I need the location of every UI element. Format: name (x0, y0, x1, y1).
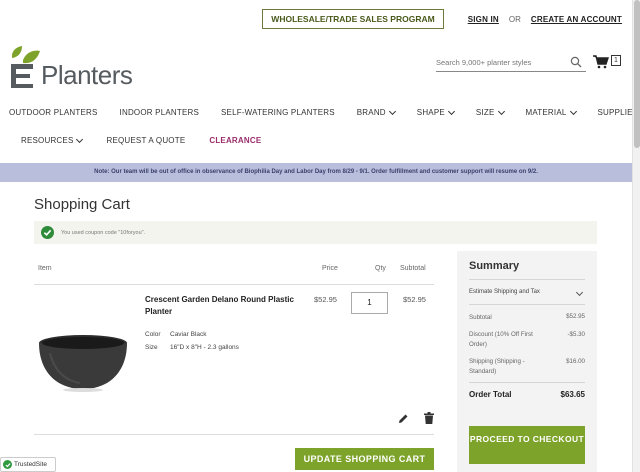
leaf-e-logo-icon (11, 46, 40, 88)
order-summary-panel: Summary Estimate Shipping and Tax Subtot… (457, 251, 597, 472)
create-account-link[interactable]: CREATE AN ACCOUNT (531, 15, 622, 24)
summary-title: Summary (469, 260, 520, 272)
nav-label: SIZE (475, 108, 495, 117)
header-price: Price (322, 265, 338, 272)
header-item: Item (38, 265, 52, 272)
product-name-link[interactable]: Crescent Garden Delano Round Plastic Pla… (145, 294, 305, 317)
nav-resources[interactable]: RESOURCES (21, 135, 84, 145)
chevron-down-icon (569, 107, 577, 115)
notice-banner: Note: Our team will be out of office in … (0, 163, 632, 182)
page-scrollbar[interactable] (632, 0, 640, 472)
chevron-down-icon[interactable] (575, 288, 584, 297)
chevron-down-icon (497, 107, 505, 115)
product-image[interactable] (36, 323, 131, 397)
subtotal-value: $52.95 (566, 313, 585, 320)
nav-label: REQUEST A QUOTE (106, 136, 186, 145)
check-icon (3, 460, 12, 469)
chevron-down-icon (388, 107, 396, 115)
top-bar: WHOLESALE/TRADE SALES PROGRAM SIGN IN OR… (262, 8, 622, 30)
nav-clearance[interactable]: CLEARANCE (209, 136, 261, 145)
order-total-value: $63.65 (560, 390, 585, 399)
coupon-message: You used coupon code "10foryou". (34, 221, 597, 244)
nav-label: SELF-WATERING PLANTERS (221, 108, 335, 117)
shipping-label: Shipping (Shipping - Standard) (469, 358, 525, 375)
sign-in-link[interactable]: SIGN IN (468, 15, 499, 24)
nav-request-a-quote[interactable]: REQUEST A QUOTE (106, 136, 185, 145)
divider (34, 284, 434, 285)
site-logo[interactable]: Planters (9, 46, 134, 90)
main-nav-row-2: RESOURCES REQUEST A QUOTE CLEARANCE (21, 135, 261, 145)
item-subtotal: $52.95 (403, 295, 426, 304)
size-label: Size (145, 344, 158, 351)
check-icon (41, 226, 54, 239)
item-price: $52.95 (314, 295, 337, 304)
nav-shape[interactable]: SHAPE (416, 107, 455, 117)
page-title: Shopping Cart (34, 196, 130, 213)
nav-label: BRAND (356, 108, 386, 117)
header-subtotal: Subtotal (400, 265, 426, 272)
search-icon[interactable] (570, 56, 582, 68)
color-label: Color (145, 331, 161, 338)
coupon-text: You used coupon code "10foryou". (61, 229, 146, 236)
quantity-input[interactable]: 1 (351, 292, 388, 314)
nav-label: OUTDOOR PLANTERS (9, 108, 98, 117)
divider (469, 304, 585, 305)
nav-label: MATERIAL (525, 108, 567, 117)
divider (34, 434, 434, 435)
trustedsite-label: TrustedSite (14, 461, 47, 468)
cart-count-badge[interactable]: 1 (611, 55, 621, 66)
logo-text: Planters (41, 60, 133, 90)
divider (469, 279, 585, 280)
discount-value: -$5.30 (567, 331, 585, 338)
nav-label: SHAPE (416, 108, 445, 117)
edit-pencil-icon[interactable] (398, 413, 409, 424)
chevron-down-icon (447, 107, 455, 115)
divider (469, 382, 585, 383)
update-cart-button[interactable]: UPDATE SHOPPING CART (295, 448, 434, 470)
shipping-value: $16.00 (566, 358, 585, 365)
nav-material[interactable]: MATERIAL (525, 107, 577, 117)
nav-brand[interactable]: BRAND (356, 107, 396, 117)
nav-indoor-planters[interactable]: INDOOR PLANTERS (120, 108, 199, 117)
proceed-to-checkout-button[interactable]: PROCEED TO CHECKOUT (469, 426, 585, 464)
color-value: Caviar Black (170, 331, 207, 338)
search-input[interactable] (436, 53, 561, 72)
size-value: 16"D x 8"H - 2.3 gallons (170, 344, 239, 351)
nav-label: INDOOR PLANTERS (119, 108, 200, 117)
nav-size[interactable]: SIZE (475, 107, 505, 117)
wholesale-program-button[interactable]: WHOLESALE/TRADE SALES PROGRAM (262, 9, 444, 29)
estimate-shipping-toggle[interactable]: Estimate Shipping and Tax (469, 289, 540, 295)
header-qty: Qty (375, 265, 386, 272)
nav-label: CLEARANCE (209, 136, 262, 145)
or-separator: OR (508, 14, 521, 24)
search-bar (436, 52, 586, 72)
chevron-down-icon (76, 135, 84, 143)
subtotal-label: Subtotal (469, 314, 492, 321)
order-total-label: Order Total (469, 390, 512, 399)
nav-outdoor-planters[interactable]: OUTDOOR PLANTERS (9, 108, 98, 117)
main-nav-row-1: OUTDOOR PLANTERS INDOOR PLANTERS SELF-WA… (9, 107, 638, 117)
cart-icon[interactable] (593, 55, 609, 69)
nav-label: RESOURCES (21, 136, 74, 145)
scrollbar-thumb[interactable] (634, 0, 640, 148)
trash-icon[interactable] (424, 412, 434, 424)
discount-label: Discount (10% Off First Order) (469, 331, 533, 348)
nav-self-watering-planters[interactable]: SELF-WATERING PLANTERS (221, 108, 335, 117)
trustedsite-badge[interactable]: TrustedSite (0, 457, 56, 472)
